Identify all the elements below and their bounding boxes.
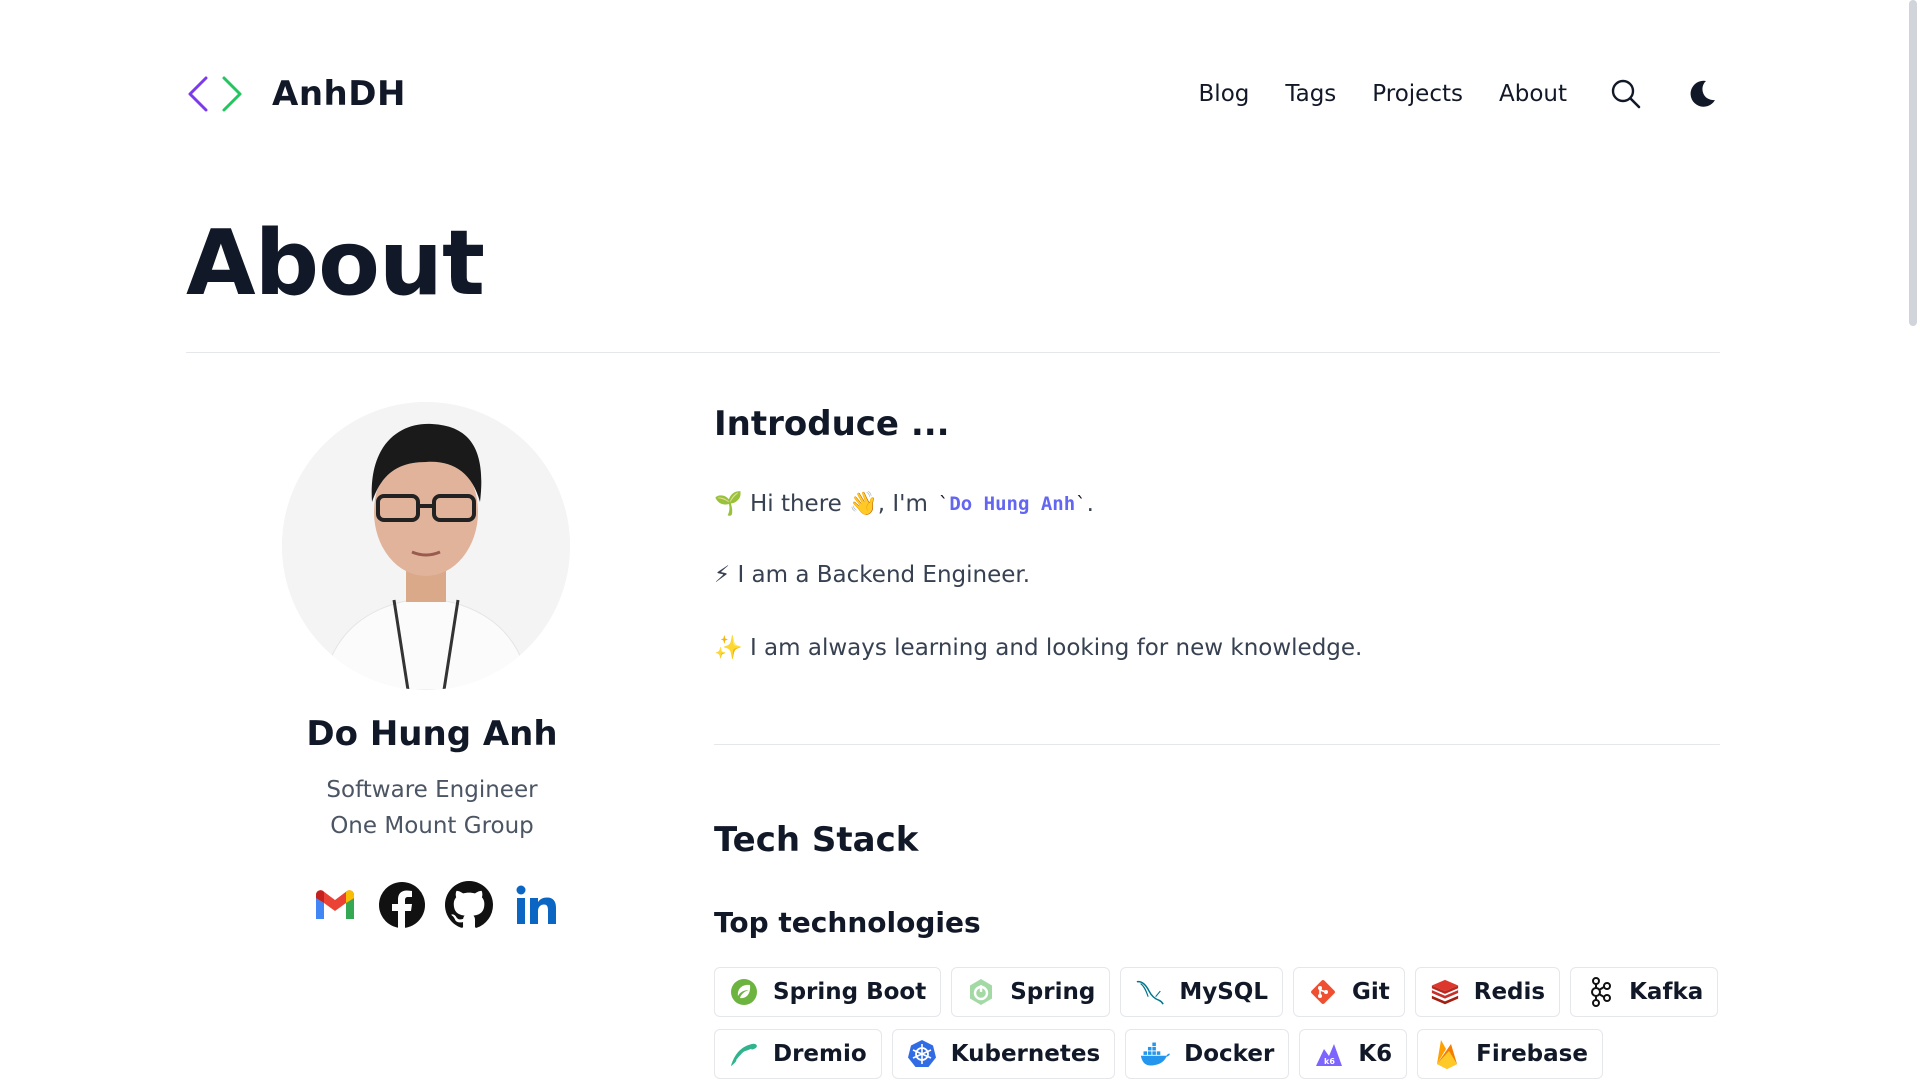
intro-heading: Introduce ... [714,404,950,444]
nav-about[interactable]: About [1499,81,1567,107]
tech-chip-kafka[interactable]: Kafka [1570,967,1719,1017]
profile-role: Software Engineer [326,777,538,803]
spring-boot-icon [729,977,759,1007]
tech-chip-label: Git [1351,979,1390,1005]
tech-chip-mysql[interactable]: MySQL [1120,967,1283,1017]
tech-chip-label: Spring Boot [773,979,927,1005]
intro-line-1-text: 🌱 Hi there 👋, I'm [714,491,928,517]
tech-chip-spring-boot[interactable]: Spring Boot [714,967,942,1017]
docker-icon [1140,1039,1171,1069]
tech-chip-label: Firebase [1476,1041,1588,1067]
profile-company: One Mount Group [330,813,534,839]
nav-blog[interactable]: Blog [1199,81,1250,107]
moon-icon[interactable] [1685,77,1719,111]
k6-icon: k6 [1314,1039,1344,1069]
tech-stack-heading: Tech Stack [714,820,919,860]
tech-chip-kubernetes[interactable]: Kubernetes [891,1029,1116,1079]
avatar [282,402,570,690]
tech-chip-firebase[interactable]: Firebase [1417,1029,1603,1079]
brand-name: AnhDH [272,74,406,114]
title-divider [186,352,1720,353]
intro-line-1-suffix: . [1086,490,1094,517]
tech-chip-spring[interactable]: Spring [951,967,1111,1017]
dremio-icon [729,1039,759,1069]
brand-home-link[interactable]: AnhDH [186,72,406,116]
kubernetes-icon [907,1039,937,1069]
scrollbar-thumb[interactable] [1909,0,1917,326]
site-header: AnhDH Blog Tags Projects About [186,64,1719,124]
nav-projects[interactable]: Projects [1372,81,1463,107]
intro-line-1: 🌱 Hi there 👋, I'm ` Do Hung Anh `. [714,490,1094,518]
page-scrollbar[interactable] [1906,0,1920,1080]
github-icon[interactable] [444,880,494,930]
intro-name-code: Do Hung Anh [949,492,1076,515]
tech-chip-redis[interactable]: Redis [1414,967,1561,1017]
top-technologies-heading: Top technologies [714,906,981,939]
social-links [310,880,561,930]
code-brackets-logo-icon [186,72,244,116]
tech-chip-label: Redis [1473,979,1546,1005]
page-title: About [186,211,485,316]
intro-line-3: ✨ I am always learning and looking for n… [714,635,1363,661]
firebase-icon [1432,1039,1462,1069]
tech-chip-label: Spring [1010,979,1096,1005]
intro-line-2: ⚡ I am a Backend Engineer. [714,562,1031,588]
redis-icon [1430,977,1460,1007]
spring-icon [966,977,996,1007]
tech-chip-dremio[interactable]: Dremio [714,1029,882,1079]
mysql-icon [1135,977,1165,1007]
profile-name: Do Hung Anh [306,714,558,754]
main-nav: Blog Tags Projects About [1199,77,1719,111]
linkedin-icon[interactable] [511,880,561,930]
tech-chip-label: Docker [1184,1041,1275,1067]
tech-chip-list: Spring Boot Spring MySQL Git Redis Kafka [714,967,1724,1079]
search-icon[interactable] [1609,77,1643,111]
code-tick-close: ` [1075,492,1087,515]
tech-chip-label: MySQL [1179,979,1268,1005]
gmail-icon[interactable] [310,880,360,930]
tech-chip-label: K6 [1358,1041,1393,1067]
kafka-icon [1585,977,1615,1007]
nav-tags[interactable]: Tags [1285,81,1336,107]
tech-chip-k6[interactable]: k6 K6 [1299,1029,1408,1079]
git-icon [1308,977,1338,1007]
tech-chip-git[interactable]: Git [1292,967,1405,1017]
svg-text:k6: k6 [1324,1057,1335,1066]
tech-chip-label: Kafka [1629,979,1704,1005]
tech-chip-label: Dremio [773,1041,867,1067]
section-divider [714,744,1720,745]
facebook-icon[interactable] [377,880,427,930]
code-tick-open: ` [937,492,950,515]
tech-chip-docker[interactable]: Docker [1125,1029,1290,1079]
tech-chip-label: Kubernetes [950,1041,1101,1067]
